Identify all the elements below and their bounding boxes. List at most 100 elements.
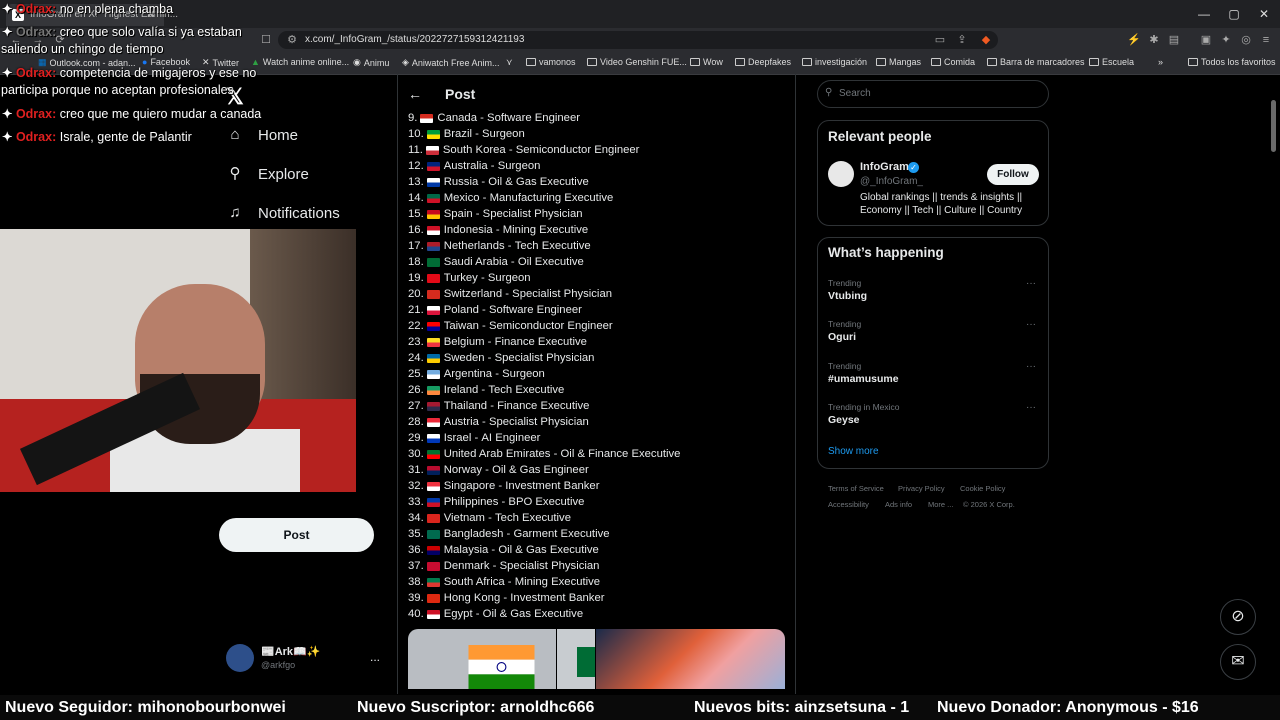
back-arrow-icon[interactable]: ←: [408, 86, 422, 102]
ranking-row: 24. Sweden - Specialist Physician: [408, 350, 793, 366]
grok-icon[interactable]: ⊘: [1220, 599, 1256, 635]
bookmark-folder[interactable]: vamonos: [526, 57, 576, 67]
folder-icon: [931, 58, 941, 66]
post-image-abstract[interactable]: [596, 629, 785, 689]
wallet-icon[interactable]: ▣: [1198, 32, 1214, 48]
url-text[interactable]: x.com/_InfoGram_/status/2022727159312421…: [305, 34, 524, 45]
site-info-icon[interactable]: ⚙: [284, 32, 300, 48]
rank-number: 10.: [408, 128, 424, 140]
bookmark-folder[interactable]: Wow: [690, 57, 723, 67]
post-button[interactable]: Post: [219, 518, 374, 552]
bookmark-item[interactable]: ▲ Watch anime online...: [251, 57, 349, 67]
all-bookmarks[interactable]: Todos los favoritos: [1188, 57, 1276, 67]
country-flag-icon: [426, 465, 440, 475]
close-window-icon[interactable]: ✕: [1256, 6, 1272, 22]
person-name[interactable]: InfoGram: [860, 161, 909, 173]
trend-name[interactable]: Geyse: [828, 414, 860, 426]
trend-more-icon[interactable]: ···: [1026, 319, 1036, 330]
trend-label: Trending: [828, 278, 862, 288]
separator: -: [503, 528, 514, 540]
bookmark-item[interactable]: ◈ Aniwatch Free Anim...: [402, 57, 499, 68]
nav-explore[interactable]: ⚲ Explore: [226, 165, 309, 183]
ranking-row: 39. Hong Kong - Investment Banker: [408, 590, 793, 606]
footer-link[interactable]: Accessibility: [828, 500, 869, 509]
job-title: Software Engineer: [488, 304, 582, 316]
bookmark-icon[interactable]: ☐: [258, 32, 274, 48]
country-name: Ireland: [443, 384, 479, 396]
separator: -: [550, 448, 561, 460]
messages-icon[interactable]: ✉: [1220, 644, 1256, 680]
search-placeholder[interactable]: Search: [839, 88, 871, 99]
footer-link[interactable]: Privacy Policy: [898, 484, 945, 493]
nav-home[interactable]: ⌂ Home: [226, 126, 298, 144]
trend-more-icon[interactable]: ···: [1026, 278, 1036, 289]
cast-icon[interactable]: ▭: [932, 32, 948, 48]
rank-number: 24.: [408, 352, 424, 364]
bookmark-folder[interactable]: Escuela: [1089, 57, 1134, 67]
footer-link[interactable]: Cookie Policy: [960, 484, 1005, 493]
folder-icon: [1188, 58, 1198, 66]
post-image-saudi[interactable]: [557, 629, 595, 689]
account-avatar[interactable]: [226, 644, 254, 672]
post-image-india[interactable]: [408, 629, 556, 689]
infogram-avatar[interactable]: [828, 161, 854, 187]
bookmark-icon-only[interactable]: ⋎: [506, 57, 513, 68]
show-more-link[interactable]: Show more: [828, 446, 879, 457]
extension-icon[interactable]: ⚡: [1126, 32, 1142, 48]
menu-icon[interactable]: ≡: [1258, 32, 1274, 48]
separator: -: [472, 608, 483, 620]
bookmark-item[interactable]: ◉ Animu: [353, 57, 389, 68]
maximize-icon[interactable]: ▢: [1226, 6, 1242, 22]
brave-shield-icon[interactable]: ◆: [978, 32, 994, 48]
trend-name[interactable]: #umamusume: [828, 373, 899, 385]
country-name: Denmark: [443, 560, 490, 572]
follow-button[interactable]: Follow: [987, 164, 1039, 185]
nav-notifications[interactable]: ♫ Notifications: [226, 204, 339, 222]
bookmarks-overflow-icon[interactable]: »: [1158, 57, 1163, 67]
person-handle[interactable]: @_InfoGram_: [860, 176, 923, 187]
bookmark-folder[interactable]: Video Genshin FUE...: [587, 57, 687, 67]
country-flag-icon: [426, 241, 440, 251]
country-name: Norway: [443, 464, 483, 476]
country-flag-icon: [426, 305, 440, 315]
rank-number: 12.: [408, 160, 424, 172]
account-name[interactable]: 📰Ark📖✨: [261, 645, 320, 658]
footer-link[interactable]: Ads info: [885, 500, 912, 509]
country-name: United Arab Emirates: [443, 448, 551, 460]
ticker-donor: Nuevo Donador: Anonymous - $16: [937, 699, 1199, 716]
bookmark-folder[interactable]: Deepfakes: [735, 57, 791, 67]
vpn-icon[interactable]: ◎: [1238, 32, 1254, 48]
footer-link[interactable]: More ...: [928, 500, 953, 509]
sidebar-icon[interactable]: ▤: [1166, 32, 1182, 48]
country-flag-icon: [426, 321, 440, 331]
folder-icon: [526, 58, 536, 66]
footer-link[interactable]: Terms of Service: [828, 484, 884, 493]
bookmark-folder[interactable]: Barra de marcadores: [987, 57, 1085, 67]
bookmark-folder[interactable]: Comida: [931, 57, 975, 67]
scrollbar[interactable]: [1271, 100, 1276, 152]
country-name: Egypt: [443, 608, 473, 620]
minimize-icon[interactable]: —: [1196, 6, 1212, 22]
bookmark-folder[interactable]: Mangas: [876, 57, 921, 67]
bookmark-folder[interactable]: investigación: [802, 57, 867, 67]
trend-more-icon[interactable]: ···: [1026, 402, 1036, 413]
job-title: Semiconductor Engineer: [515, 144, 640, 156]
account-handle[interactable]: @arkfgo: [261, 660, 295, 670]
separator: -: [472, 208, 483, 220]
trend-name[interactable]: Vtubing: [828, 290, 867, 302]
country-name: Russia: [443, 176, 479, 188]
country-flag-icon: [426, 449, 440, 459]
rank-number: 20.: [408, 288, 424, 300]
share-icon[interactable]: ⇪: [954, 32, 970, 48]
puzzle-icon[interactable]: ✱: [1146, 32, 1162, 48]
trend-more-icon[interactable]: ···: [1026, 361, 1036, 372]
chat-message: ✦ Odrax: Israle, gente de Palantir: [2, 130, 192, 144]
country-name: Bangladesh: [443, 528, 504, 540]
separator: -: [471, 128, 483, 140]
account-more-icon[interactable]: ...: [370, 650, 380, 664]
rank-number: 18.: [408, 256, 424, 268]
trend-name[interactable]: Oguri: [828, 331, 856, 343]
ranking-row: 28. Austria - Specialist Physician: [408, 414, 793, 430]
country-name: South Africa: [443, 576, 505, 588]
leo-icon[interactable]: ✦: [1218, 32, 1234, 48]
